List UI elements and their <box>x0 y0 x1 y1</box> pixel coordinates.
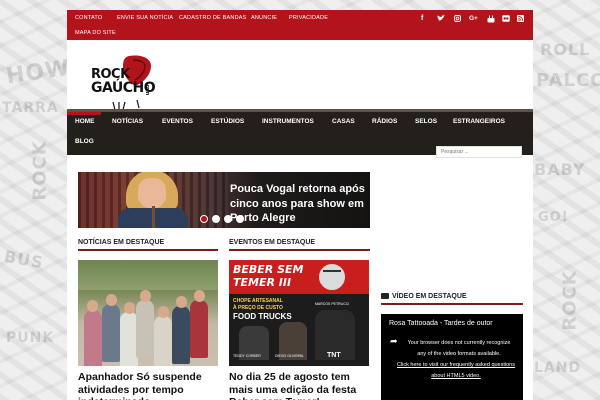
slider-dot-3[interactable] <box>224 215 232 223</box>
band-member <box>102 304 120 362</box>
event-article-title[interactable]: No dia 25 de agosto tem mais uma edição … <box>229 371 374 400</box>
poster-name: TNT <box>327 352 341 359</box>
featured-slider[interactable]: Pouca Vogal retorna após cinco anos para… <box>78 172 370 228</box>
video-section-heading: VÍDEO EM DESTAQUE <box>381 293 523 305</box>
youtube-icon <box>381 293 389 300</box>
twitter-icon[interactable] <box>437 15 445 24</box>
poster-face-icon <box>317 262 347 292</box>
background-doodle: ROCK <box>29 140 51 201</box>
slider-image-guitar <box>152 206 155 228</box>
flickr-icon[interactable] <box>502 15 510 24</box>
instagram-icon[interactable] <box>454 15 461 24</box>
background-doodle: LAND <box>534 360 582 376</box>
video-section-heading-text: VÍDEO EM DESTAQUE <box>392 293 467 300</box>
background-doodle: PALCO <box>536 70 600 91</box>
video-player[interactable]: Rosa Tattooada - Tardes de outor ➦ Your … <box>381 314 523 400</box>
slider-dot-4[interactable] <box>236 215 244 223</box>
background-doodle: BUS <box>2 246 46 273</box>
nav-item-casas[interactable]: CASAS <box>332 118 355 125</box>
video-unsupported-message: Your browser does not currently recogniz… <box>407 340 511 357</box>
poster-name: DIEGO OLIVEIRA <box>275 354 304 358</box>
facebook-icon[interactable]: f <box>421 15 423 22</box>
band-member-head <box>87 300 98 312</box>
google-plus-icon[interactable]: G+ <box>469 15 478 22</box>
news-article-title[interactable]: Apanhador Só suspende atividades por tem… <box>78 371 220 400</box>
band-member-head <box>158 306 169 318</box>
rss-icon[interactable] <box>517 15 524 24</box>
poster-line-chope: CHOPE ARTESANAL <box>233 298 283 304</box>
topbar-link-cadastro-bandas[interactable]: CADASTRO DE BANDAS <box>179 15 246 21</box>
slider-dot-2[interactable] <box>212 215 220 223</box>
band-member-head <box>106 294 117 306</box>
video-help-link[interactable]: Click here to visit our frequently asked… <box>395 360 517 381</box>
band-member-head <box>140 290 151 302</box>
topbar-link-contato[interactable]: CONTATO <box>75 15 102 21</box>
poster-face-detail <box>323 270 341 272</box>
share-arrow-icon[interactable]: ➦ <box>390 336 398 347</box>
nav-item-estrangeiros[interactable]: ESTRANGEIROS <box>453 118 505 125</box>
topbar-link-privacidade[interactable]: PRIVACIDADE <box>289 15 328 21</box>
poster-name: MARCOS PETRUCCI <box>315 302 350 306</box>
background-doodle: HOW <box>4 55 72 90</box>
top-utility-bar: CONTATO ENVIE SUA NOTÍCIA CADASTRO DE BA… <box>67 10 533 40</box>
poster-title: BEBER SEM TEMER III <box>233 263 304 289</box>
nav-item-selos[interactable]: SELOS <box>415 118 437 125</box>
event-article-image[interactable]: BEBER SEM TEMER III CHOPE ARTESANAL À PR… <box>229 260 369 366</box>
background-doodle: ROCK <box>559 270 581 331</box>
band-member-head <box>124 302 135 314</box>
background-doodle: BABY <box>534 160 586 179</box>
band-member <box>84 310 102 366</box>
band-member <box>136 300 154 358</box>
nav-item-eventos[interactable]: EVENTOS <box>162 118 193 125</box>
band-photo-foliage <box>78 260 218 290</box>
background-doodle: TARRA <box>2 100 59 116</box>
poster-name: TEDDY CORBER <box>233 354 261 358</box>
nav-item-instrumentos[interactable]: INSTRUMENTOS <box>262 118 314 125</box>
slider-image-face <box>138 178 166 208</box>
youtube-icon[interactable] <box>487 15 495 25</box>
poster-line-preco: À PREÇO DE CUSTO <box>233 305 283 311</box>
nav-item-radios[interactable]: RÁDIOS <box>372 118 397 125</box>
band-member <box>190 300 208 358</box>
nav-item-blog[interactable]: BLOG <box>75 138 94 145</box>
search-input[interactable] <box>436 146 522 158</box>
band-member-head <box>176 296 187 308</box>
topbar-link-envie-noticia[interactable]: ENVIE SUA NOTÍCIA <box>117 15 173 21</box>
poster-line-food-trucks: FOOD TRUCKS <box>233 312 292 321</box>
site-logo[interactable]: ROCK GAÚCHO .com <box>89 52 159 110</box>
background-doodle: GO! <box>538 210 569 225</box>
events-section-heading: EVENTOS EM DESTAQUE <box>229 239 370 251</box>
slider-caption[interactable]: Pouca Vogal retorna após cinco anos para… <box>230 182 366 226</box>
background-doodle: ROLL <box>540 40 591 59</box>
video-title: Rosa Tattooada - Tardes de outor <box>389 320 493 327</box>
band-member <box>154 316 172 366</box>
band-member-head <box>194 290 205 302</box>
logo-domain-suffix: .com <box>143 83 150 95</box>
nav-item-noticias[interactable]: NOTÍCIAS <box>112 118 143 125</box>
band-member <box>172 306 190 364</box>
news-section-heading: NOTÍCIAS EM DESTAQUE <box>78 239 218 251</box>
background-doodle: PUNK <box>6 330 55 346</box>
topbar-link-mapa-site[interactable]: MAPA DO SITE <box>75 30 116 36</box>
nav-active-indicator <box>67 112 101 115</box>
nav-item-home[interactable]: HOME <box>75 118 95 125</box>
slider-dot-1[interactable] <box>200 215 208 223</box>
news-article-image[interactable] <box>78 260 218 366</box>
nav-item-estudios[interactable]: ESTÚDIOS <box>211 118 244 125</box>
topbar-link-anuncie[interactable]: ANUNCIE <box>251 15 277 21</box>
